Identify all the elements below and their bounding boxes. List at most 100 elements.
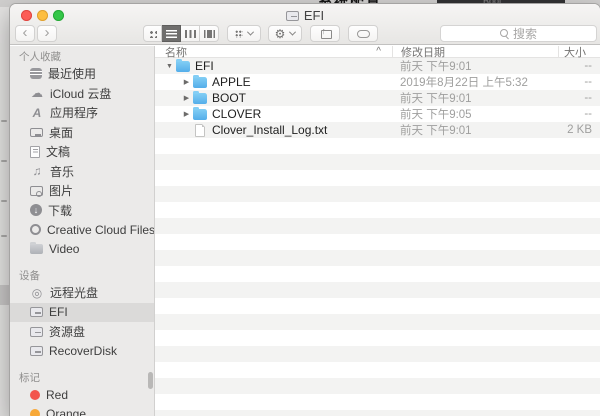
recents-icon (30, 68, 42, 80)
sidebar-item-label: EFI (49, 305, 68, 320)
list-view-button[interactable] (162, 25, 181, 42)
sidebar-item-最近使用[interactable]: 最近使用 (10, 64, 154, 84)
sidebar-item-资源盘[interactable]: 资源盘 (10, 322, 154, 342)
back-button[interactable]: ‹ (15, 25, 35, 42)
file-size: -- (584, 76, 592, 88)
file-size: -- (584, 92, 592, 104)
forward-button[interactable]: › (37, 25, 57, 42)
music-icon: ♫ (32, 164, 42, 179)
drive-icon (285, 10, 299, 21)
sidebar: 个人收藏 最近使用 ☁ iCloud 云盘 A 应用程序 桌面文稿 ♫ 音乐图片 ↓ 下载 Creat… (10, 46, 155, 416)
disclosure-triangle-icon[interactable]: ▶ (180, 78, 193, 86)
sidebar-item-label: 图片 (49, 184, 74, 199)
sidebar-scrollbar-thumb[interactable] (148, 372, 153, 389)
file-date: 前天 下午9:01 (400, 125, 472, 137)
sidebar-item-下载[interactable]: ↓ 下载 (10, 201, 154, 221)
cloud-icon: ☁ (31, 86, 43, 101)
sidebar-item-label: RecoverDisk (49, 344, 118, 359)
applications-icon: A (32, 105, 42, 120)
sidebar-item-label: 文稿 (46, 145, 71, 160)
sidebar-item-recoverdisk[interactable]: RecoverDisk (10, 342, 154, 362)
sidebar-item-icloud-云盘[interactable]: ☁ iCloud 云盘 (10, 84, 154, 104)
background-mark (1, 235, 7, 237)
window-body: 个人收藏 最近使用 ☁ iCloud 云盘 A 应用程序 桌面文稿 ♫ 音乐图片 ↓ 下载 Creat… (10, 46, 600, 416)
file-name: APPLE (212, 75, 251, 89)
file-row-apple[interactable]: ▶ APPLE 2019年8月22日 上午5:32 -- (155, 74, 600, 90)
column-view-button[interactable] (181, 25, 200, 42)
window-chrome: EFI ‹ › ⚙ ↑ 搜索 (10, 4, 600, 45)
sidebar-item-creative-cloud-files[interactable]: Creative Cloud Files (10, 220, 154, 240)
file-row-efi[interactable]: ▼ EFI 前天 下午9:01 -- (155, 58, 600, 74)
desktop-icon (30, 127, 43, 137)
window-title: EFI (10, 8, 600, 23)
tag-icon (30, 389, 40, 400)
sidebar-item-orange[interactable]: Orange (10, 405, 154, 416)
file-size: -- (584, 60, 592, 72)
sidebar-item-red[interactable]: Red (10, 385, 154, 405)
sidebar-item-label: Creative Cloud Files (47, 222, 155, 237)
file-row-boot[interactable]: ▶ BOOT 前天 下午9:01 -- (155, 90, 600, 106)
sort-indicator: ^ (376, 46, 381, 57)
chevron-down-icon (246, 28, 255, 36)
sidebar-item-远程光盘[interactable]: ◎ 远程光盘 (10, 283, 154, 303)
nav-buttons: ‹ › (15, 25, 57, 42)
sidebar-item-label: Orange (46, 407, 87, 416)
icon-view-icon (148, 29, 157, 38)
sidebar-item-文稿[interactable]: 文稿 (10, 142, 154, 162)
file-row-empty (155, 138, 600, 154)
sidebar-item-音乐[interactable]: ♫ 音乐 (10, 162, 154, 182)
gear-icon: ⚙ (274, 26, 286, 41)
file-row-empty (155, 314, 600, 330)
chevron-down-icon (289, 28, 297, 36)
folder-icon (193, 91, 207, 104)
file-row-empty (155, 362, 600, 378)
sidebar-item-video[interactable]: Video (10, 240, 154, 260)
disclosure-triangle-icon[interactable]: ▼ (163, 63, 176, 70)
column-view-icon (184, 29, 196, 38)
coverflow-view-button[interactable] (200, 25, 219, 42)
file-name: CLOVER (212, 107, 262, 121)
file-date: 前天 下午9:01 (400, 93, 472, 105)
sidebar-item-label: 下载 (48, 203, 73, 218)
file-row-empty (155, 218, 600, 234)
documents-icon (30, 145, 40, 158)
file-row-empty (155, 346, 600, 362)
column-header-date[interactable]: 修改日期 (392, 46, 558, 59)
file-row-empty (155, 298, 600, 314)
sidebar-item-efi[interactable]: EFI (10, 302, 154, 322)
file-row-clover-install-log-txt[interactable]: Clover_Install_Log.txt 前天 下午9:01 2 KB (155, 122, 600, 138)
disclosure-triangle-icon[interactable]: ▶ (180, 110, 193, 118)
search-icon (499, 29, 509, 38)
sidebar-section-header: 个人收藏 (19, 51, 61, 63)
share-icon: ↑ (320, 26, 332, 39)
column-header-size[interactable]: 大小 (558, 46, 600, 59)
folder-icon (176, 59, 190, 72)
share-arrow: ↑ (321, 26, 327, 36)
group-button[interactable] (227, 25, 261, 42)
sidebar-item-应用程序[interactable]: A 应用程序 (10, 103, 154, 123)
search-placeholder: 搜索 (512, 27, 537, 41)
file-row-empty (155, 394, 600, 410)
sidebar-item-label: 资源盘 (49, 325, 86, 340)
file-row-empty (155, 154, 600, 170)
drive-icon (30, 346, 43, 357)
file-row-empty (155, 266, 600, 282)
back-icon: ‹ (22, 23, 28, 41)
tag-button[interactable] (348, 25, 378, 42)
finder-window: EFI ‹ › ⚙ ↑ 搜索 个人收藏 最近使用 ☁ iCloud 云盘 A 应… (10, 4, 600, 416)
disclosure-triangle-icon[interactable]: ▶ (180, 94, 193, 102)
column-header-name[interactable]: 名称 ^ (155, 46, 392, 59)
pictures-icon (30, 185, 43, 197)
search-field[interactable]: 搜索 (440, 25, 597, 42)
share-button[interactable]: ↑ (310, 25, 340, 42)
folder-icon (193, 75, 207, 88)
action-button[interactable]: ⚙ (268, 25, 302, 42)
icon-view-button[interactable] (143, 25, 162, 42)
file-date: 2019年8月22日 上午5:32 (400, 77, 528, 89)
sidebar-item-图片[interactable]: 图片 (10, 181, 154, 201)
file-row-clover[interactable]: ▶ CLOVER 前天 下午9:05 -- (155, 106, 600, 122)
sidebar-item-桌面[interactable]: 桌面 (10, 123, 154, 143)
folder-icon (193, 107, 207, 120)
tag-icon (30, 409, 40, 416)
background-band (0, 285, 10, 305)
